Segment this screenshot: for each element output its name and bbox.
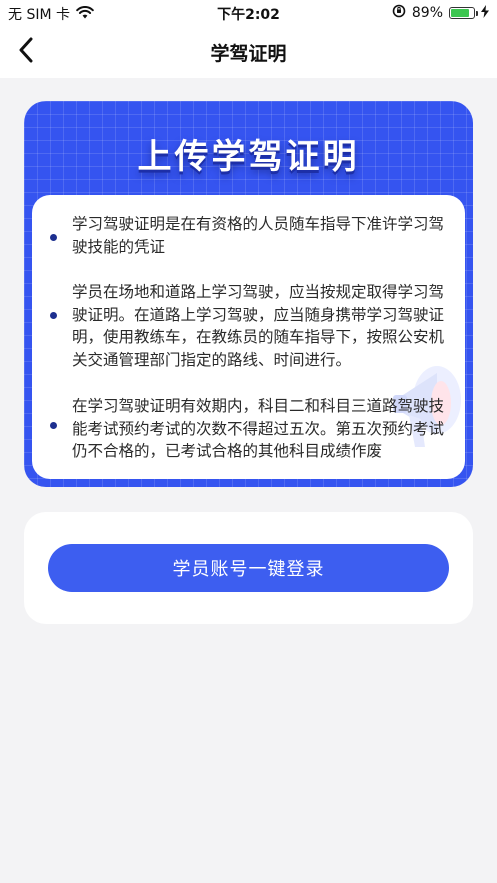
login-card: 学员账号一键登录 — [24, 512, 473, 624]
info-panel: 学习驾驶证明是在有资格的人员随车指导下准许学习驾驶技能的凭证 学员在场地和道路上… — [32, 195, 465, 479]
bullet-dot — [50, 312, 57, 319]
info-card: 上传学驾证明 学习驾驶证明是在有资格的人员随车指导下准许学习驾驶技能的凭证 学员… — [24, 101, 473, 487]
one-click-login-button[interactable]: 学员账号一键登录 — [48, 544, 449, 592]
charging-icon — [481, 4, 489, 22]
page-title: 学驾证明 — [210, 43, 287, 65]
battery-fill — [451, 9, 469, 17]
bullet-dot — [50, 234, 57, 241]
status-bar: 无 SIM 卡 下午2:02 89% — [0, 0, 497, 26]
battery-tip — [476, 11, 478, 16]
battery-percent: 89% — [411, 5, 443, 21]
card-title: 上传学驾证明 — [137, 137, 360, 177]
nav-bar: 学驾证明 — [0, 26, 497, 78]
bullet-dot — [50, 422, 57, 429]
battery-icon — [449, 7, 478, 19]
status-right: 89% — [392, 4, 489, 22]
info-item-text: 在学习驾驶证明有效期内，科目二和科目三道路驾驶技能考试预约考试的次数不得超过五次… — [72, 397, 445, 460]
info-item-text: 学员在场地和道路上学习驾驶，应当按规定取得学习驾驶证明。在道路上学习驾驶，应当随… — [72, 283, 445, 369]
info-item-text: 学习驾驶证明是在有资格的人员随车指导下准许学习驾驶技能的凭证 — [72, 215, 445, 256]
orientation-lock-icon — [392, 4, 406, 22]
